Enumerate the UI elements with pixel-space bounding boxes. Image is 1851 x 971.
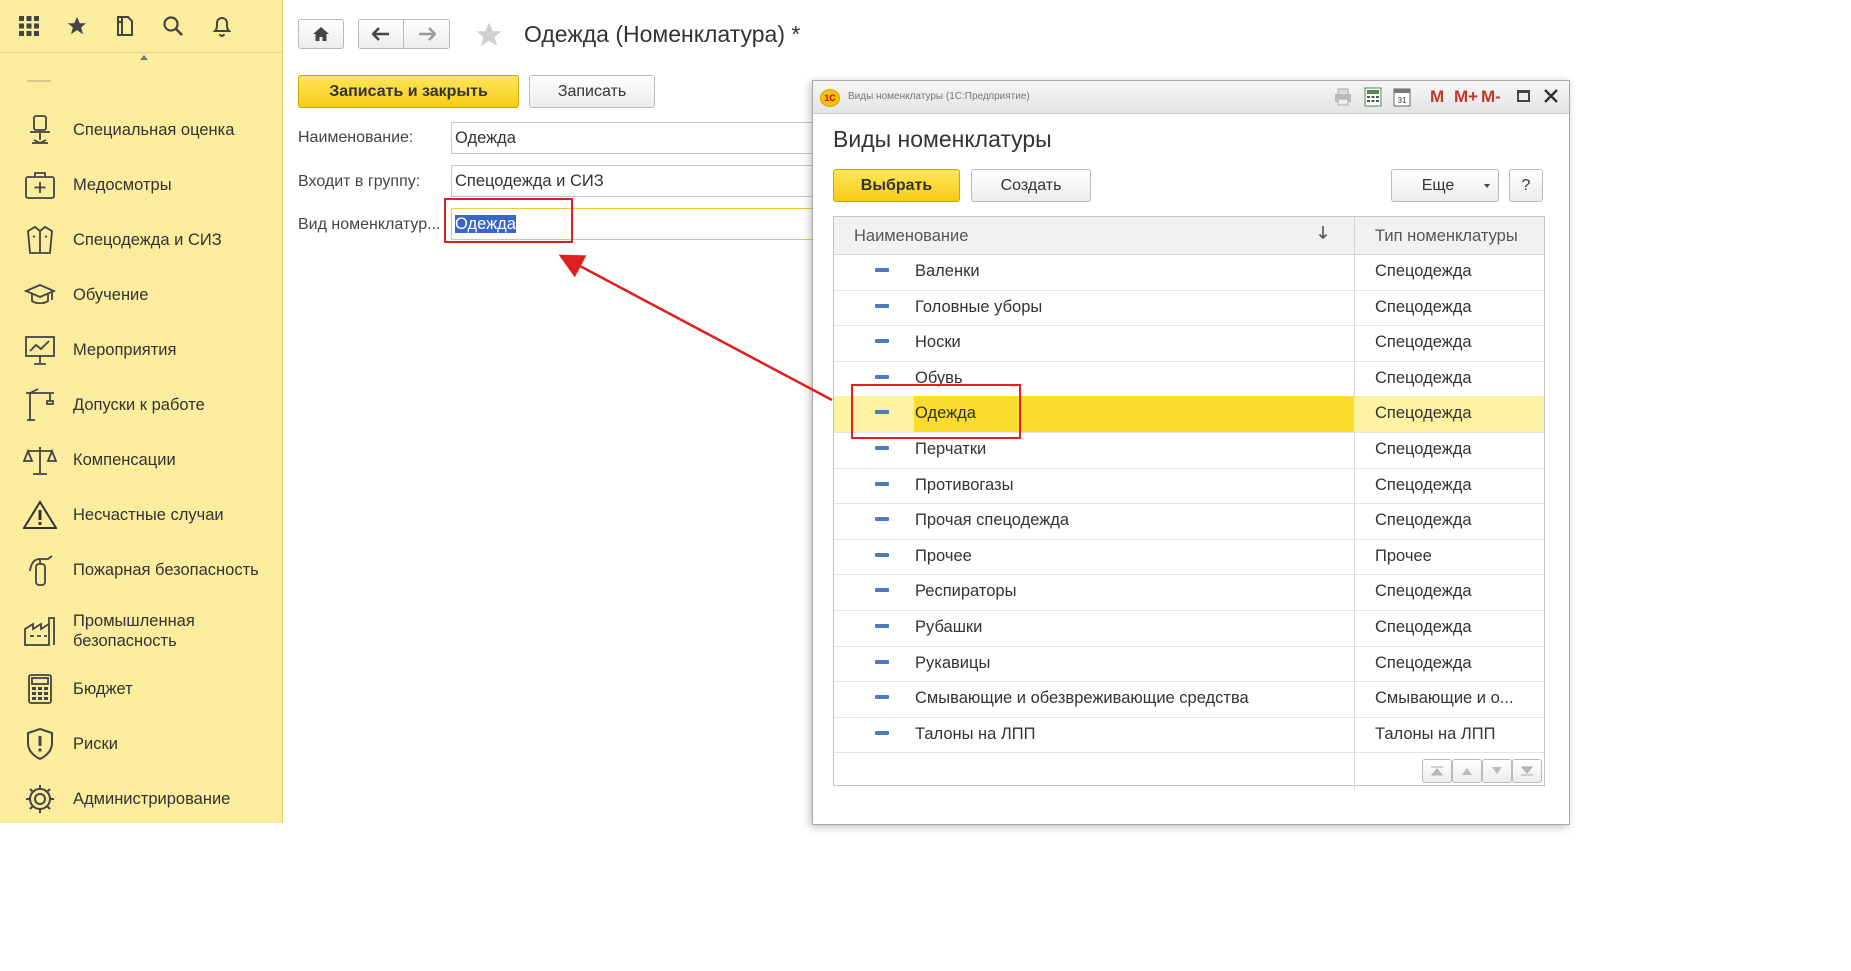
annotation-arrow <box>558 254 833 402</box>
